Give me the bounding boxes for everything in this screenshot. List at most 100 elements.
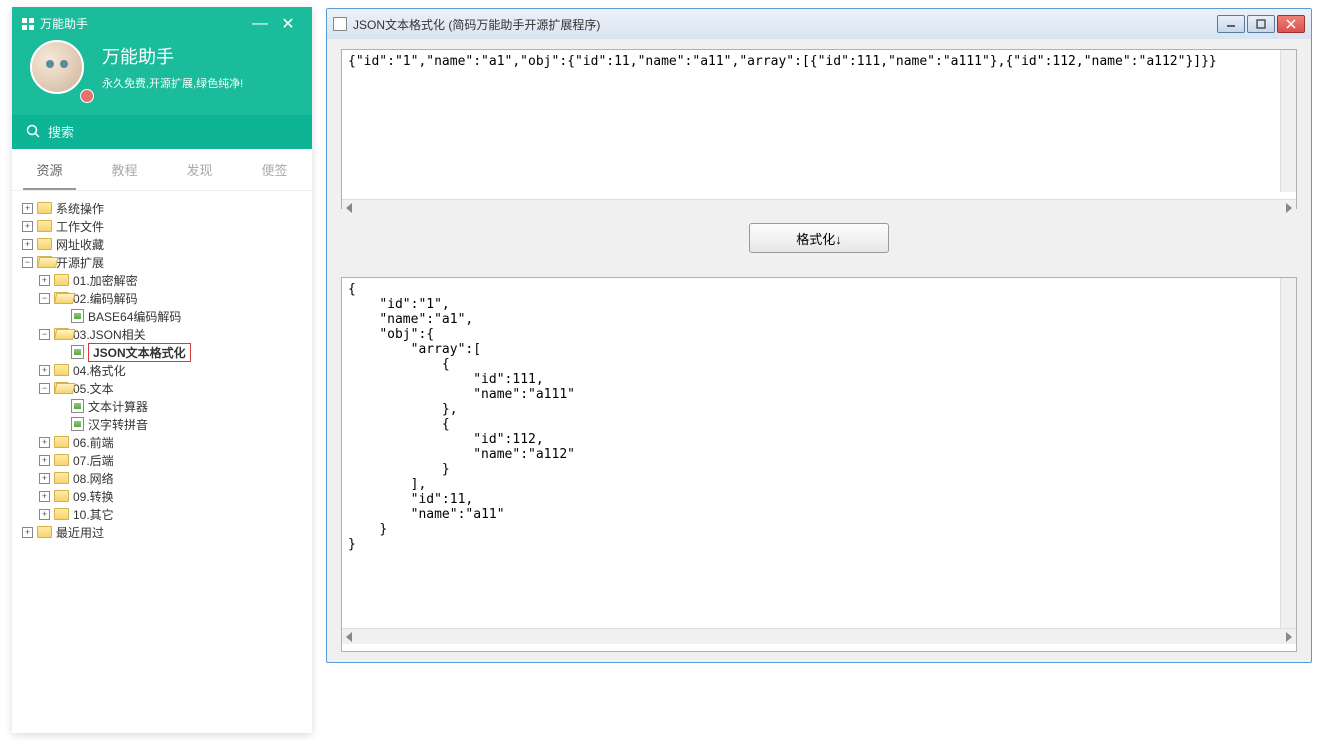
tree-label: 07.后端 xyxy=(73,452,114,469)
tree-folder[interactable]: +网址收藏 xyxy=(16,235,308,253)
close-button[interactable]: ✕ xyxy=(274,14,302,34)
tree-folder[interactable]: +08.网络 xyxy=(16,469,308,487)
folder-icon xyxy=(37,238,52,250)
folder-icon xyxy=(54,436,69,448)
expand-icon xyxy=(56,401,67,412)
tree-label: 06.前端 xyxy=(73,434,114,451)
json-output[interactable] xyxy=(342,278,1296,623)
tree-folder[interactable]: + 最近用过 xyxy=(16,523,308,541)
window-title: 万能助手 xyxy=(40,15,246,32)
scrollbar-horizontal[interactable] xyxy=(342,199,1296,215)
folder-icon xyxy=(54,292,69,304)
tree-folder[interactable]: − 02.编码解码 xyxy=(16,289,308,307)
tree-label: 开源扩展 xyxy=(56,254,104,271)
minimize-button[interactable] xyxy=(1217,15,1245,33)
json-titlebar[interactable]: JSON文本格式化 (简码万能助手开源扩展程序) xyxy=(327,9,1311,39)
folder-icon xyxy=(54,364,69,376)
tree-label: 05.文本 xyxy=(73,380,114,397)
tree-folder[interactable]: +07.后端 xyxy=(16,451,308,469)
collapse-icon[interactable]: − xyxy=(39,383,50,394)
tree-label: 工作文件 xyxy=(56,218,104,235)
tree-folder[interactable]: +10.其它 xyxy=(16,505,308,523)
tree-view: +系统操作+工作文件+网址收藏−开源扩展+01.加密解密−02.编码解码BASE… xyxy=(12,191,312,549)
tree-folder[interactable]: +06.前端 xyxy=(16,433,308,451)
close-button[interactable] xyxy=(1277,15,1305,33)
expand-icon[interactable]: + xyxy=(22,203,33,214)
tab-resources[interactable]: 资源 xyxy=(12,149,87,190)
expand-icon[interactable]: + xyxy=(39,365,50,376)
tree-folder[interactable]: +09.转换 xyxy=(16,487,308,505)
file-icon xyxy=(71,309,84,323)
minimize-button[interactable]: — xyxy=(246,15,274,33)
expand-icon[interactable]: + xyxy=(39,455,50,466)
folder-icon xyxy=(37,220,52,232)
tab-notes[interactable]: 便签 xyxy=(237,149,312,190)
folder-icon xyxy=(37,526,52,538)
profile-section: 万能助手 永久免费,开源扩展,绿色纯净! xyxy=(12,40,312,106)
tree-label: 汉字转拼音 xyxy=(88,416,148,433)
search-bar[interactable] xyxy=(12,115,312,149)
maximize-button[interactable] xyxy=(1247,15,1275,33)
tree-label: 02.编码解码 xyxy=(73,290,138,307)
json-window-title: JSON文本格式化 (简码万能助手开源扩展程序) xyxy=(353,16,1217,33)
tree-file[interactable]: BASE64编码解码 xyxy=(16,307,308,325)
tree-label: 最近用过 xyxy=(56,524,104,541)
expand-icon[interactable]: + xyxy=(22,221,33,232)
expand-icon[interactable]: + xyxy=(22,239,33,250)
avatar[interactable] xyxy=(30,40,84,94)
app-icon xyxy=(22,18,34,30)
collapse-icon[interactable]: − xyxy=(39,293,50,304)
expand-icon xyxy=(56,419,67,430)
tree-folder[interactable]: −03.JSON相关 xyxy=(16,325,308,343)
format-button[interactable]: 格式化↓ xyxy=(749,223,889,253)
expand-icon[interactable]: + xyxy=(39,275,50,286)
tree-label: 09.转换 xyxy=(73,488,114,505)
tree-folder[interactable]: +04.格式化 xyxy=(16,361,308,379)
expand-icon[interactable]: + xyxy=(39,437,50,448)
sidebar-header: 万能助手 — ✕ 万能助手 永久免费,开源扩展,绿色纯净! xyxy=(12,7,312,115)
scrollbar-horizontal[interactable] xyxy=(342,628,1296,644)
tree-label: 08.网络 xyxy=(73,470,114,487)
file-icon xyxy=(71,345,84,359)
tree-folder[interactable]: + 工作文件 xyxy=(16,217,308,235)
json-formatter-window: JSON文本格式化 (简码万能助手开源扩展程序) 格式化↓ xyxy=(326,8,1312,663)
tree-folder[interactable]: − 开源扩展 xyxy=(16,253,308,271)
tree-label: BASE64编码解码 xyxy=(88,308,181,325)
collapse-icon[interactable]: − xyxy=(39,329,50,340)
json-input[interactable] xyxy=(342,50,1296,194)
sidebar-titlebar: 万能助手 — ✕ xyxy=(12,7,312,40)
search-icon xyxy=(26,124,40,141)
tree-label: 01.加密解密 xyxy=(73,272,138,289)
tree-label: 04.格式化 xyxy=(73,362,126,379)
search-input[interactable] xyxy=(48,125,298,140)
tab-tutorials[interactable]: 教程 xyxy=(87,149,162,190)
json-input-area xyxy=(341,49,1297,209)
collapse-icon[interactable]: − xyxy=(22,257,33,268)
tree-file[interactable]: 汉字转拼音 xyxy=(16,415,308,433)
expand-icon[interactable]: + xyxy=(39,491,50,502)
expand-icon[interactable]: + xyxy=(22,527,33,538)
tab-discover[interactable]: 发现 xyxy=(162,149,237,190)
file-icon xyxy=(71,399,84,413)
tree-file[interactable]: 文本计算器 xyxy=(16,397,308,415)
expand-icon[interactable]: + xyxy=(39,509,50,520)
folder-icon xyxy=(37,256,52,268)
app-tagline: 永久免费,开源扩展,绿色纯净! xyxy=(102,75,243,91)
tree-label: 10.其它 xyxy=(73,506,114,523)
folder-icon xyxy=(54,472,69,484)
tree-folder[interactable]: +01.加密解密 xyxy=(16,271,308,289)
scrollbar-vertical[interactable] xyxy=(1280,50,1296,192)
scrollbar-vertical[interactable] xyxy=(1280,278,1296,635)
tree-folder[interactable]: − 05.文本 xyxy=(16,379,308,397)
expand-icon[interactable]: + xyxy=(39,473,50,484)
app-name: 万能助手 xyxy=(102,43,243,69)
folder-icon xyxy=(54,328,69,340)
folder-icon xyxy=(54,508,69,520)
folder-icon xyxy=(54,490,69,502)
tree-label: JSON文本格式化 xyxy=(88,343,191,362)
avatar-badge-icon xyxy=(80,89,94,103)
folder-icon xyxy=(54,454,69,466)
folder-icon xyxy=(37,202,52,214)
tree-folder[interactable]: +系统操作 xyxy=(16,199,308,217)
tree-file[interactable]: JSON文本格式化 xyxy=(16,343,308,361)
